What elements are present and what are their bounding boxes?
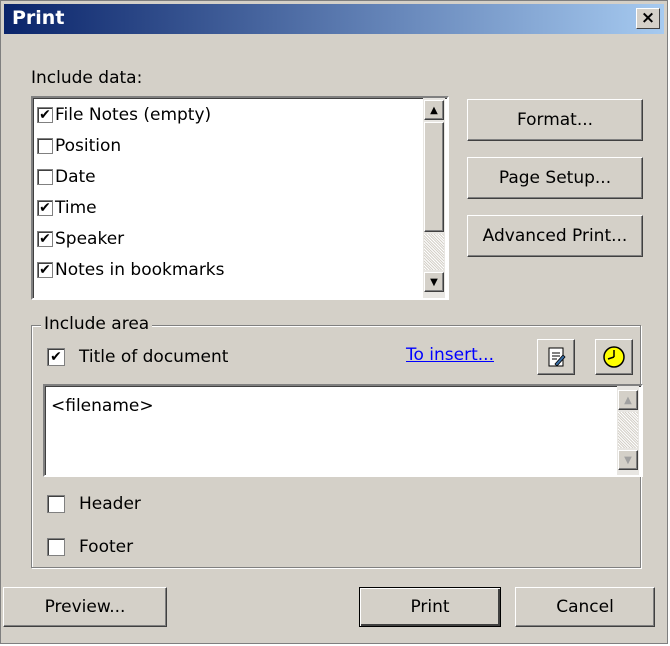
cancel-button[interactable]: Cancel bbox=[515, 587, 655, 627]
preview-button[interactable]: Preview... bbox=[3, 587, 167, 627]
textarea-scroll-down-button[interactable]: ▼ bbox=[618, 450, 638, 470]
list-item-checkbox[interactable]: ✔ bbox=[37, 200, 53, 216]
title-of-document-label: Title of document bbox=[79, 347, 229, 367]
down-arrow-icon: ▼ bbox=[430, 276, 438, 288]
list-item-label: Date bbox=[55, 167, 96, 187]
include-data-list[interactable]: ✔ File Notes (empty) Position Date ✔ Time ✔ Spe… bbox=[31, 96, 449, 300]
footer-checkbox[interactable] bbox=[47, 538, 65, 556]
check-icon: ✔ bbox=[39, 262, 51, 278]
list-item-checkbox[interactable]: ✔ bbox=[37, 107, 53, 123]
include-data-items: ✔ File Notes (empty) Position Date ✔ Time ✔ Spe… bbox=[33, 100, 423, 286]
title-bar: Print × bbox=[4, 4, 664, 34]
close-icon: × bbox=[640, 8, 656, 28]
check-icon: ✔ bbox=[39, 200, 51, 216]
check-icon: ✔ bbox=[50, 349, 62, 365]
list-item-checkbox[interactable]: ✔ bbox=[37, 231, 53, 247]
window-title: Print bbox=[12, 7, 65, 29]
insert-field-button[interactable] bbox=[537, 339, 575, 375]
textarea-scrollbar[interactable]: ▲ ▼ bbox=[617, 386, 639, 475]
list-item[interactable]: ✔ Notes in bookmarks bbox=[33, 255, 423, 286]
print-button[interactable]: Print bbox=[359, 587, 501, 627]
list-scrollbar[interactable]: ▲ ▼ bbox=[423, 98, 445, 298]
up-arrow-icon: ▲ bbox=[624, 394, 632, 406]
format-button[interactable]: Format... bbox=[467, 99, 643, 141]
scroll-thumb[interactable] bbox=[424, 122, 444, 232]
down-arrow-icon: ▼ bbox=[624, 454, 632, 466]
list-item[interactable]: ✔ Time bbox=[33, 193, 423, 224]
title-checkbox[interactable]: ✔ bbox=[47, 348, 65, 366]
to-insert-link[interactable]: To insert... bbox=[406, 345, 494, 365]
list-item[interactable]: ✔ Speaker bbox=[33, 224, 423, 255]
print-dialog: Print × Include data: ✔ File Notes (empty… bbox=[0, 0, 668, 644]
footer-label: Footer bbox=[79, 537, 134, 557]
list-item[interactable]: ✔ File Notes (empty) bbox=[33, 100, 423, 131]
title-text-value: <filename> bbox=[51, 396, 154, 416]
list-item-label: Position bbox=[55, 136, 122, 156]
page-setup-button[interactable]: Page Setup... bbox=[467, 157, 643, 199]
list-item-label: Time bbox=[55, 198, 97, 218]
up-arrow-icon: ▲ bbox=[430, 104, 438, 116]
insert-time-button[interactable] bbox=[595, 339, 633, 375]
check-icon: ✔ bbox=[39, 107, 51, 123]
scroll-down-button[interactable]: ▼ bbox=[424, 272, 444, 292]
list-item-label: Speaker bbox=[55, 229, 125, 249]
list-item-label: File Notes (empty) bbox=[55, 105, 212, 125]
header-checkbox[interactable] bbox=[47, 495, 65, 513]
list-item-checkbox[interactable]: ✔ bbox=[37, 262, 53, 278]
advanced-print-button[interactable]: Advanced Print... bbox=[467, 215, 643, 257]
scroll-track[interactable] bbox=[424, 234, 444, 270]
clock-icon bbox=[603, 346, 625, 368]
textarea-scroll-up-button[interactable]: ▲ bbox=[618, 390, 638, 410]
list-item-checkbox[interactable] bbox=[37, 169, 53, 185]
list-item-checkbox[interactable] bbox=[37, 138, 53, 154]
scroll-up-button[interactable]: ▲ bbox=[424, 100, 444, 120]
title-of-document-option[interactable]: ✔ Title of document bbox=[47, 347, 228, 367]
header-option[interactable]: Header bbox=[47, 494, 141, 514]
header-label: Header bbox=[79, 494, 141, 514]
textarea-scroll-track[interactable] bbox=[618, 412, 638, 448]
list-item[interactable]: Date bbox=[33, 162, 423, 193]
check-icon: ✔ bbox=[39, 231, 51, 247]
include-data-label: Include data: bbox=[31, 68, 143, 88]
list-item[interactable]: Position bbox=[33, 131, 423, 162]
close-button[interactable]: × bbox=[636, 8, 660, 29]
document-edit-icon bbox=[548, 347, 566, 367]
list-item-label: Notes in bookmarks bbox=[55, 260, 225, 280]
title-text-area[interactable]: <filename> ▲ ▼ bbox=[43, 384, 643, 477]
footer-option[interactable]: Footer bbox=[47, 537, 133, 557]
include-area-label: Include area bbox=[41, 314, 153, 334]
